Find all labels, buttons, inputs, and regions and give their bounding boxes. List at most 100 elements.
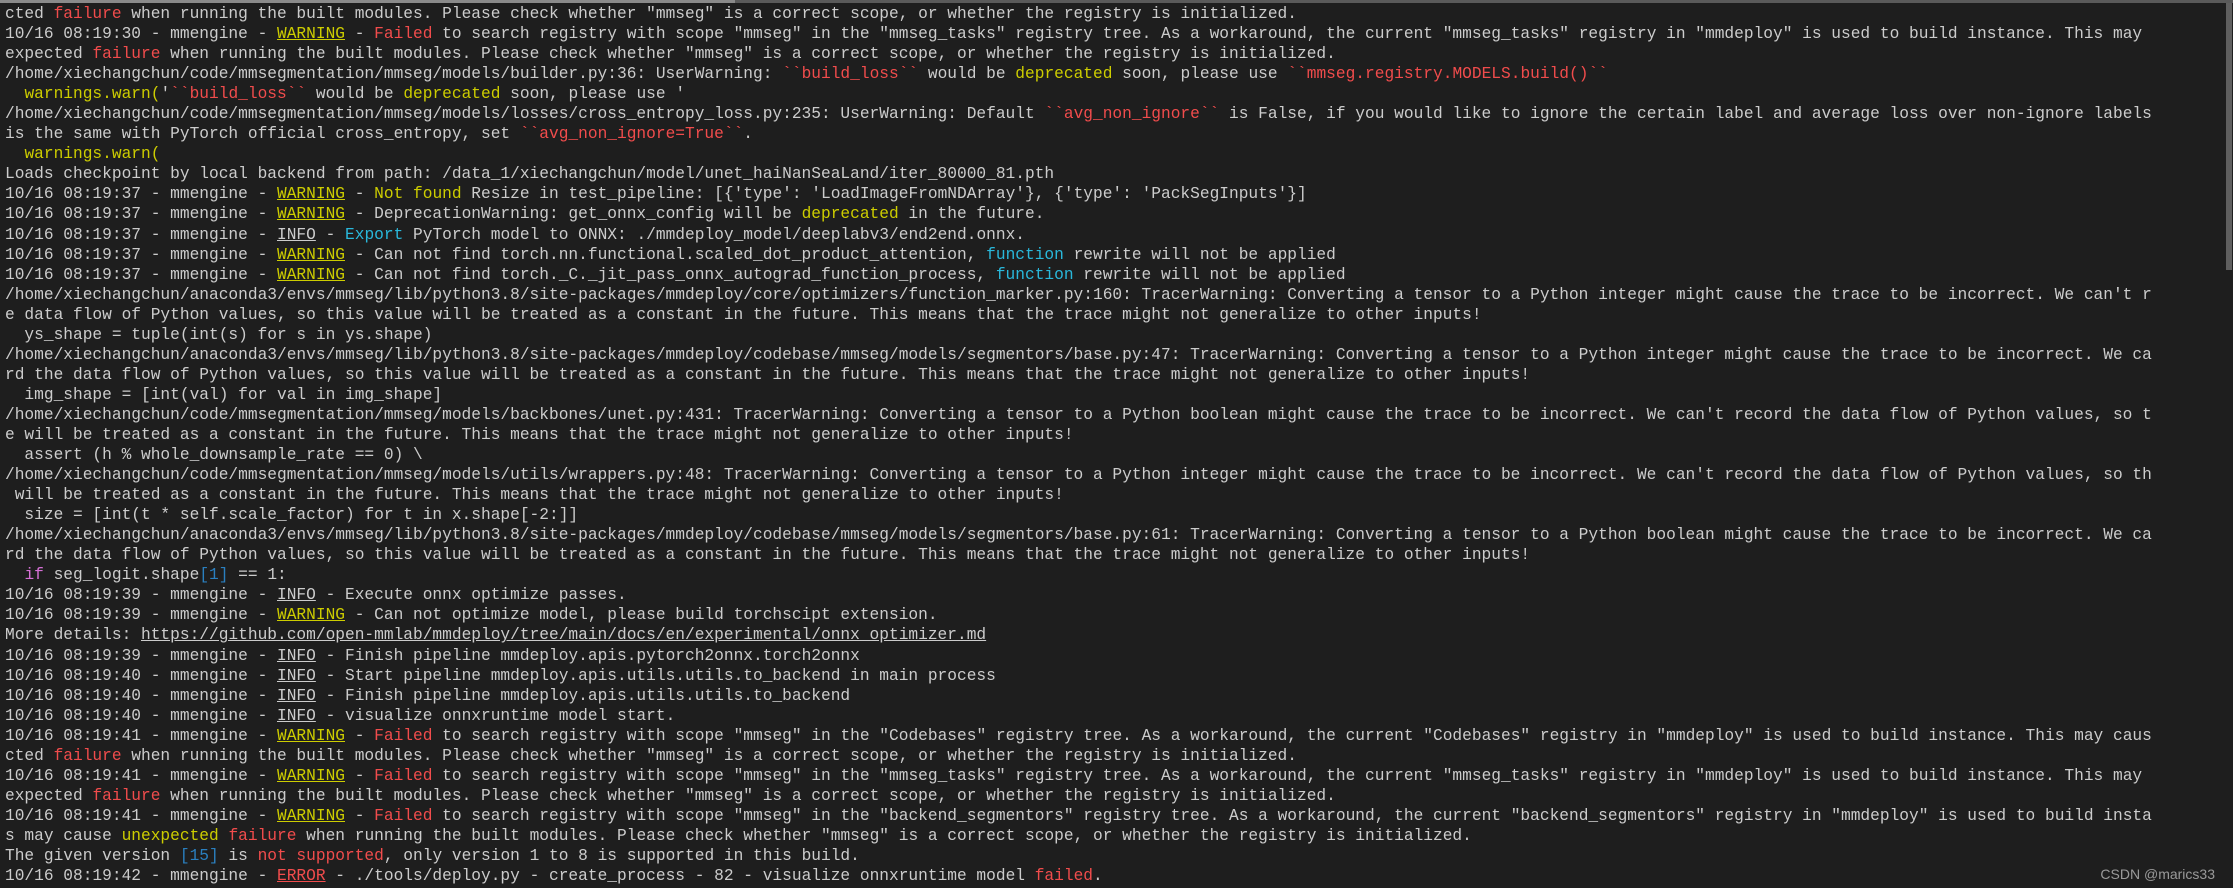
terminal-output[interactable]: cted failure when running the built modu… bbox=[5, 4, 2219, 886]
log-line: warnings.warn( bbox=[5, 144, 2219, 164]
log-line: The given version [15] is not supported,… bbox=[5, 846, 2219, 866]
log-text: e data flow of Python values, so this va… bbox=[5, 305, 1482, 324]
error-highlight: ``build_loss`` bbox=[782, 65, 919, 84]
error-highlight: failed bbox=[1034, 867, 1094, 886]
error-highlight: ``build_loss`` bbox=[170, 85, 307, 104]
log-text: cted bbox=[5, 5, 54, 23]
warning-highlight: deprecated bbox=[1015, 65, 1113, 84]
level-warning: WARNING bbox=[277, 25, 345, 44]
log-line: /home/xiechangchun/code/mmsegmentation/m… bbox=[5, 64, 2219, 84]
log-text: would be bbox=[306, 85, 404, 104]
log-line: 10/16 08:19:37 - mmengine - WARNING - Ca… bbox=[5, 265, 2219, 285]
log-text: /home/xiechangchun/anaconda3/envs/mmseg/… bbox=[5, 345, 2152, 364]
level-info: INFO bbox=[277, 646, 316, 665]
log-text: e will be treated as a constant in the f… bbox=[5, 425, 1074, 444]
log-line: 10/16 08:19:40 - mmengine - INFO - visua… bbox=[5, 706, 2219, 726]
error-highlight: ``avg_non_ignore`` bbox=[1044, 105, 1220, 124]
log-text: 10/16 08:19:39 - mmengine - bbox=[5, 586, 277, 605]
log-text: 10/16 08:19:41 - mmengine - bbox=[5, 726, 277, 745]
log-line: if seg_logit.shape[1] == 1: bbox=[5, 565, 2219, 585]
log-text: . bbox=[1093, 867, 1103, 886]
log-text: - bbox=[345, 726, 375, 745]
error-highlight: ``avg_non_ignore=True`` bbox=[519, 125, 744, 144]
log-text: 10/16 08:19:37 - mmengine - bbox=[5, 205, 277, 224]
log-text: is bbox=[218, 846, 258, 865]
log-text: . bbox=[743, 125, 754, 144]
log-text: - Can not optimize model, please build t… bbox=[345, 606, 938, 625]
log-line: s may cause unexpected failure when runn… bbox=[5, 826, 2219, 846]
log-text: - Execute onnx optimize passes. bbox=[315, 586, 627, 605]
log-text: /home/xiechangchun/anaconda3/envs/mmseg/… bbox=[5, 285, 2152, 304]
log-text: expected bbox=[5, 786, 93, 805]
log-text: - Can not find torch.nn.functional.scale… bbox=[345, 245, 987, 264]
log-line: /home/xiechangchun/code/mmsegmentation/m… bbox=[5, 465, 2219, 485]
log-text: cted bbox=[5, 746, 54, 765]
log-line: 10/16 08:19:41 - mmengine - WARNING - Fa… bbox=[5, 726, 2219, 746]
log-text: Resize in test_pipeline: [{'type': 'Load… bbox=[461, 185, 1307, 204]
log-line: assert (h % whole_downsample_rate == 0) … bbox=[5, 445, 2219, 465]
log-line: rd the data flow of Python values, so th… bbox=[5, 545, 2219, 565]
log-line: 10/16 08:19:41 - mmengine - WARNING - Fa… bbox=[5, 766, 2219, 786]
log-text: - Start pipeline mmdeploy.apis.utils.uti… bbox=[315, 666, 996, 685]
level-warning: WARNING bbox=[277, 265, 345, 284]
error-highlight: Failed bbox=[374, 726, 433, 745]
log-text: - Finish pipeline mmdeploy.apis.utils.ut… bbox=[315, 686, 851, 705]
log-line: 10/16 08:19:39 - mmengine - INFO - Execu… bbox=[5, 585, 2219, 605]
link[interactable]: https://github.com/open-mmlab/mmdeploy/t… bbox=[141, 626, 986, 644]
log-text: rewrite will not be applied bbox=[1073, 265, 1346, 284]
level-info: INFO bbox=[277, 706, 316, 725]
log-text: - bbox=[345, 25, 375, 44]
error-highlight: failure bbox=[53, 5, 122, 23]
log-line: will be treated as a constant in the fut… bbox=[5, 485, 2219, 505]
log-line: 10/16 08:19:39 - mmengine - INFO - Finis… bbox=[5, 646, 2219, 666]
log-text: soon, please use ' bbox=[500, 85, 686, 104]
log-text: img_shape = [int(val) for val in img_sha… bbox=[5, 385, 443, 404]
log-text: - bbox=[345, 185, 375, 204]
log-line: ys_shape = tuple(int(s) for s in ys.shap… bbox=[5, 325, 2219, 345]
log-text: , only version 1 to 8 is supported in th… bbox=[383, 846, 860, 865]
log-text: when running the built modules. Please c… bbox=[121, 746, 1297, 765]
bracket-highlight: [15] bbox=[179, 846, 219, 865]
warning-highlight: Not found bbox=[374, 185, 462, 204]
scrollbar[interactable] bbox=[2224, 3, 2233, 888]
log-text: - visualize onnxruntime model start. bbox=[315, 706, 676, 725]
log-text: in the future. bbox=[898, 205, 1045, 224]
log-text: == 1: bbox=[228, 566, 287, 585]
scrollbar-thumb[interactable] bbox=[2226, 3, 2232, 270]
log-text: 10/16 08:19:40 - mmengine - bbox=[5, 666, 277, 685]
log-text: 10/16 08:19:37 - mmengine - bbox=[5, 225, 277, 244]
log-text: is False, if you would like to ignore th… bbox=[1219, 105, 2152, 124]
log-text: PyTorch model to ONNX: ./mmdeploy_model/… bbox=[403, 225, 1026, 244]
log-text: rd the data flow of Python values, so th… bbox=[5, 546, 1531, 565]
log-line: /home/xiechangchun/anaconda3/envs/mmseg/… bbox=[5, 285, 2219, 305]
warning-highlight: warnings.warn( bbox=[24, 145, 161, 164]
log-line: /home/xiechangchun/anaconda3/envs/mmseg/… bbox=[5, 525, 2219, 545]
log-line: 10/16 08:19:42 - mmengine - ERROR - ./to… bbox=[5, 866, 2219, 886]
error-highlight: Failed bbox=[374, 806, 433, 825]
level-warning: WARNING bbox=[277, 726, 345, 745]
log-line: is the same with PyTorch official cross_… bbox=[5, 124, 2219, 144]
level-warning: WARNING bbox=[277, 245, 345, 264]
log-text: expected bbox=[5, 45, 93, 64]
error-highlight: failure bbox=[53, 746, 122, 765]
log-text: soon, please use bbox=[1112, 65, 1288, 84]
log-text: seg_logit.shape bbox=[43, 566, 200, 585]
log-text: 10/16 08:19:39 - mmengine - bbox=[5, 606, 277, 625]
log-line: 10/16 08:19:37 - mmengine - WARNING - De… bbox=[5, 204, 2219, 224]
log-text: - DeprecationWarning: get_onnx_config wi… bbox=[345, 205, 802, 224]
log-text: 10/16 08:19:39 - mmengine - bbox=[5, 646, 277, 665]
log-line: cted failure when running the built modu… bbox=[5, 746, 2219, 766]
log-text: rd the data flow of Python values, so th… bbox=[5, 365, 1531, 384]
log-text: The given version bbox=[5, 846, 180, 865]
log-text: 10/16 08:19:42 - mmengine - bbox=[5, 867, 277, 886]
log-text: 10/16 08:19:40 - mmengine - bbox=[5, 686, 277, 705]
log-text: ' bbox=[160, 85, 171, 104]
log-text: Loads checkpoint by local backend from p… bbox=[5, 165, 1055, 184]
log-line: /home/xiechangchun/code/mmsegmentation/m… bbox=[5, 104, 2219, 124]
log-text: 10/16 08:19:37 - mmengine - bbox=[5, 265, 277, 284]
window-top-border bbox=[0, 0, 2233, 3]
log-text: will be treated as a constant in the fut… bbox=[5, 486, 1064, 505]
log-line: 10/16 08:19:40 - mmengine - INFO - Finis… bbox=[5, 686, 2219, 706]
